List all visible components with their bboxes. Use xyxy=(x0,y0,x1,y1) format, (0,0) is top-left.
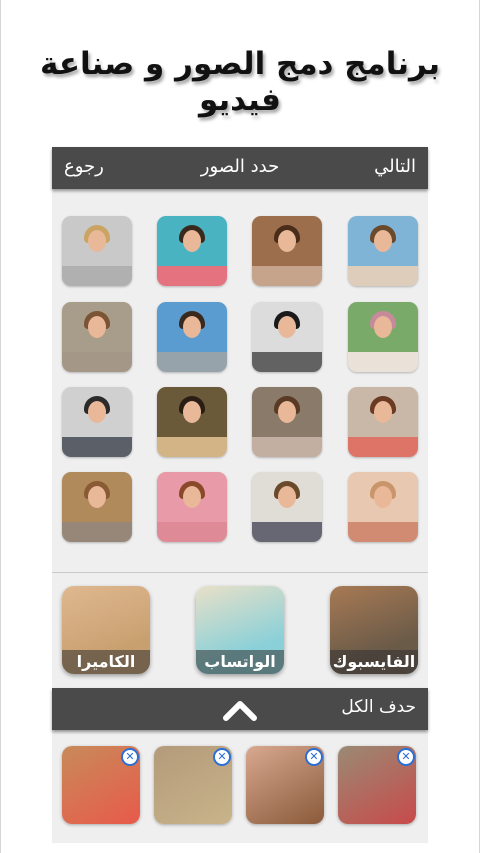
photo-thumbnail[interactable] xyxy=(252,216,322,286)
photo-thumbnail[interactable] xyxy=(62,472,132,542)
photo-thumbnail[interactable] xyxy=(348,302,418,372)
photo-thumbnail[interactable] xyxy=(348,387,418,457)
photo-thumbnail[interactable] xyxy=(348,472,418,542)
remove-icon[interactable]: ✕ xyxy=(213,748,231,766)
next-button[interactable]: التالي xyxy=(374,156,416,177)
back-button[interactable]: رجوع xyxy=(64,156,104,177)
photo-thumbnail[interactable] xyxy=(252,302,322,372)
photo-thumbnail[interactable] xyxy=(157,216,227,286)
photo-grid xyxy=(62,216,420,546)
facebook-source-button[interactable]: الفايسبوك xyxy=(330,586,418,674)
photo-thumbnail[interactable] xyxy=(157,302,227,372)
photo-thumbnail[interactable] xyxy=(62,302,132,372)
divider xyxy=(52,572,428,573)
remove-icon[interactable]: ✕ xyxy=(305,748,323,766)
remove-icon[interactable]: ✕ xyxy=(397,748,415,766)
photo-thumbnail[interactable] xyxy=(62,216,132,286)
camera-source-button[interactable]: الكاميرا xyxy=(62,586,150,674)
top-bar: حدد الصور التالي رجوع xyxy=(52,147,428,189)
delete-all-button[interactable]: حدف الكل xyxy=(341,697,416,717)
facebook-source-label: الفايسبوك xyxy=(330,650,418,674)
photo-thumbnail[interactable] xyxy=(252,387,322,457)
chevron-up-icon[interactable] xyxy=(220,694,260,724)
photo-thumbnail[interactable] xyxy=(252,472,322,542)
whatsapp-source-label: الواتساب xyxy=(196,650,284,674)
page-title: حدد الصور xyxy=(200,156,280,177)
remove-icon[interactable]: ✕ xyxy=(121,748,139,766)
photo-thumbnail[interactable] xyxy=(157,387,227,457)
whatsapp-source-button[interactable]: الواتساب xyxy=(196,586,284,674)
photo-thumbnail[interactable] xyxy=(62,387,132,457)
app-headline: برنامج دمج الصور و صناعة فيديو xyxy=(40,46,440,118)
photo-thumbnail[interactable] xyxy=(157,472,227,542)
selection-bar: حدف الكل xyxy=(52,688,428,730)
photo-thumbnail[interactable] xyxy=(348,216,418,286)
camera-source-label: الكاميرا xyxy=(62,650,150,674)
